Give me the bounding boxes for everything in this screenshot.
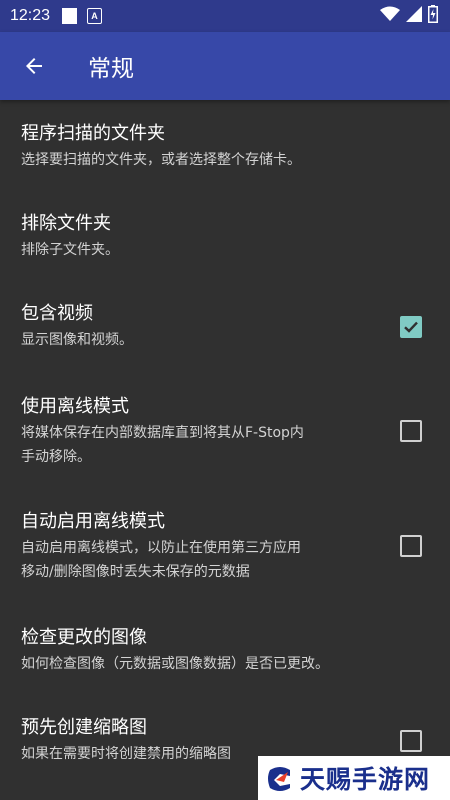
watermark-text: 天赐手游网 bbox=[300, 765, 431, 794]
square-notification-icon bbox=[62, 8, 78, 24]
app-bar: 常规 bbox=[0, 32, 450, 100]
setting-summary: 选择要扫描的文件夹，或者选择整个存储卡。 bbox=[21, 152, 301, 168]
setting-title: 使用离线模式 bbox=[21, 396, 129, 417]
cellular-signal-icon bbox=[406, 6, 422, 26]
setting-title: 自动启用离线模式 bbox=[21, 511, 165, 532]
status-time: 12:23 bbox=[10, 7, 51, 24]
precreate-thumbnails-checkbox[interactable] bbox=[400, 730, 422, 752]
battery-icon bbox=[428, 5, 438, 27]
status-bar: 12:23 A bbox=[0, 0, 450, 32]
include-videos-checkbox[interactable] bbox=[400, 316, 422, 338]
setting-summary: 排除子文件夹。 bbox=[21, 242, 119, 258]
setting-offline-mode[interactable]: 使用离线模式 将媒体保存在内部数据库直到将其从F-Stop内 手动移除。 bbox=[0, 395, 450, 471]
setting-title: 包含视频 bbox=[21, 303, 93, 324]
setting-title: 程序扫描的文件夹 bbox=[21, 123, 165, 144]
checkmark-icon bbox=[404, 321, 418, 333]
system-status-icons bbox=[380, 5, 438, 27]
setting-title: 排除文件夹 bbox=[21, 213, 111, 234]
site-logo-icon bbox=[268, 767, 290, 791]
wifi-icon bbox=[380, 6, 400, 26]
watermark: 天赐手游网 bbox=[258, 756, 450, 800]
a-notification-icon: A bbox=[87, 8, 103, 24]
page-title: 常规 bbox=[88, 56, 134, 82]
setting-summary: 将媒体保存在内部数据库直到将其从F-Stop内 手动移除。 bbox=[21, 421, 370, 469]
setting-title: 检查更改的图像 bbox=[21, 627, 147, 648]
setting-check-changed-images[interactable]: 检查更改的图像 如何检查图像（元数据或图像数据）是否已更改。 bbox=[0, 626, 450, 676]
setting-summary-line: 将媒体保存在内部数据库直到将其从F-Stop内 bbox=[21, 425, 304, 441]
setting-summary: 自动启用离线模式，以防止在使用第三方应用 移动/删除图像时丢失未保存的元数据 bbox=[21, 536, 370, 584]
setting-summary-line: 手动移除。 bbox=[21, 449, 91, 465]
setting-summary-line: 移动/删除图像时丢失未保存的元数据 bbox=[21, 564, 250, 580]
offline-mode-checkbox[interactable] bbox=[400, 420, 422, 442]
setting-summary-line: 自动启用离线模式，以防止在使用第三方应用 bbox=[21, 540, 301, 556]
setting-exclude-folders[interactable]: 排除文件夹 排除子文件夹。 bbox=[0, 212, 450, 262]
setting-summary: 如何检查图像（元数据或图像数据）是否已更改。 bbox=[21, 656, 329, 672]
auto-offline-mode-checkbox[interactable] bbox=[400, 535, 422, 557]
back-button[interactable] bbox=[16, 48, 52, 84]
setting-title: 预先创建缩略图 bbox=[21, 717, 147, 738]
arrow-left-icon bbox=[26, 58, 42, 74]
setting-include-videos[interactable]: 包含视频 显示图像和视频。 bbox=[0, 302, 450, 354]
setting-scan-folders[interactable]: 程序扫描的文件夹 选择要扫描的文件夹，或者选择整个存储卡。 bbox=[0, 122, 450, 172]
setting-summary: 显示图像和视频。 bbox=[21, 332, 133, 348]
setting-auto-offline-mode[interactable]: 自动启用离线模式 自动启用离线模式，以防止在使用第三方应用 移动/删除图像时丢失… bbox=[0, 510, 450, 586]
